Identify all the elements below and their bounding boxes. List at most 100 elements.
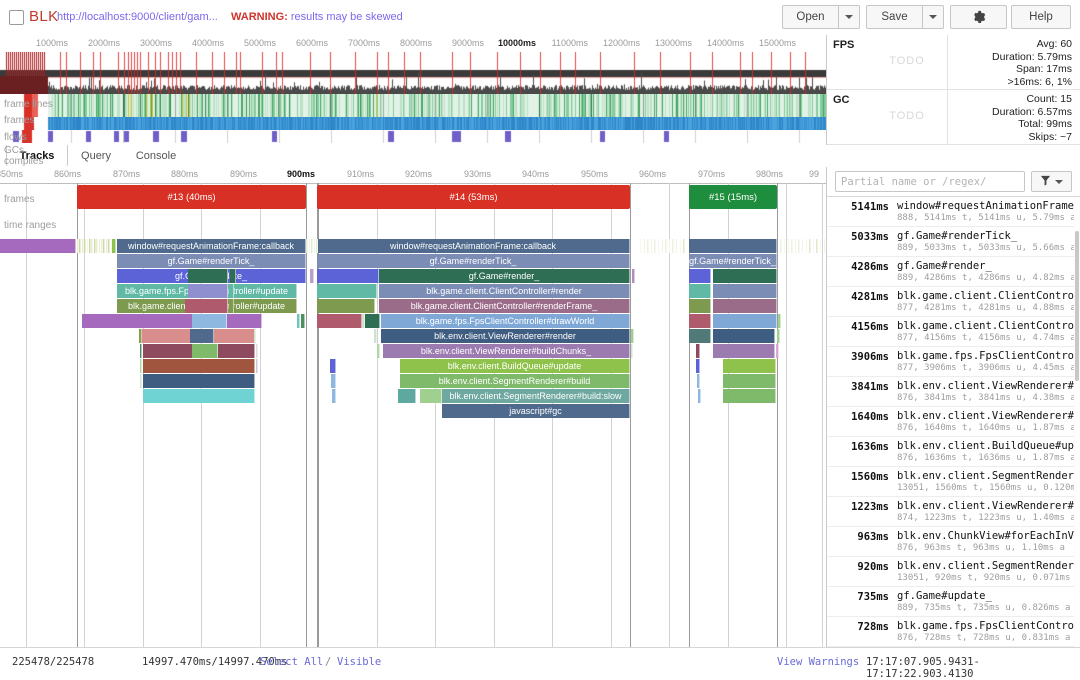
flame-bar-unlabeled[interactable] bbox=[308, 239, 311, 253]
flame-bar-unlabeled[interactable] bbox=[377, 344, 380, 358]
flame-bar[interactable]: blk.game.client.ClientController#renderF… bbox=[379, 299, 630, 313]
flame-bar-unlabeled[interactable] bbox=[306, 239, 308, 253]
flame-bar-unlabeled[interactable] bbox=[647, 239, 649, 253]
flame-bar[interactable]: blk.env.client.SegmentRenderer#build bbox=[400, 374, 630, 388]
help-button[interactable]: Help bbox=[1011, 5, 1071, 29]
event-row[interactable]: 4156ms blk.game.client.ClientControll 877,… bbox=[827, 317, 1080, 347]
flame-bar[interactable]: blk.env.client.BuildQueue#update bbox=[400, 359, 630, 373]
time-range-bar[interactable] bbox=[0, 239, 76, 253]
overview-lanes[interactable]: frame lines frames flows GCs compiles bbox=[0, 52, 826, 167]
flame-bar-unlabeled[interactable] bbox=[776, 344, 779, 358]
flame-bar-unlabeled[interactable] bbox=[654, 239, 656, 253]
flame-bar-unlabeled[interactable] bbox=[317, 299, 375, 313]
flame-bar-unlabeled[interactable] bbox=[696, 359, 700, 373]
flame-bar-unlabeled[interactable] bbox=[683, 239, 685, 253]
flame-bar-unlabeled[interactable] bbox=[330, 344, 336, 358]
flame-bar-unlabeled[interactable] bbox=[313, 239, 316, 253]
flame-bar-unlabeled[interactable] bbox=[713, 269, 777, 283]
select-visible-link[interactable]: Visible bbox=[337, 656, 381, 668]
event-row[interactable]: 5033ms gf.Game#renderTick_ 889, 5033ms t, … bbox=[827, 227, 1080, 257]
flame-bar[interactable]: gf.Game#renderTick_ bbox=[689, 254, 777, 268]
flame-bar-unlabeled[interactable] bbox=[823, 239, 825, 253]
flame-bar-unlabeled[interactable] bbox=[689, 239, 777, 253]
flame-bar[interactable]: blk.game.fps.FpsClientController#drawWor… bbox=[381, 314, 630, 328]
flame-bar-unlabeled[interactable] bbox=[311, 239, 313, 253]
event-row[interactable]: 5141ms window#requestAnimationFrame:c 888,… bbox=[827, 197, 1080, 227]
event-row[interactable]: 3841ms blk.env.client.ViewRenderer#re 876,… bbox=[827, 377, 1080, 407]
flame-bar-unlabeled[interactable] bbox=[794, 239, 797, 253]
flame-bar-unlabeled[interactable] bbox=[713, 314, 777, 328]
flame-bar-unlabeled[interactable] bbox=[82, 314, 262, 328]
flame-bar-unlabeled[interactable] bbox=[188, 269, 228, 283]
flame-bar-unlabeled[interactable] bbox=[820, 239, 822, 253]
flame-bar-unlabeled[interactable] bbox=[331, 374, 336, 388]
flame-bar-unlabeled[interactable] bbox=[374, 329, 377, 343]
overview-lane-frame-lines[interactable] bbox=[0, 52, 826, 94]
flame-bar-unlabeled[interactable] bbox=[713, 299, 777, 313]
flame-bar-unlabeled[interactable] bbox=[185, 299, 228, 313]
enable-checkbox[interactable] bbox=[9, 10, 24, 25]
flame-bar-unlabeled[interactable] bbox=[802, 239, 804, 253]
frame-box[interactable]: #13 (40ms) bbox=[77, 185, 306, 209]
filter-button[interactable] bbox=[1031, 171, 1072, 192]
select-all-link[interactable]: Select All bbox=[260, 656, 323, 668]
flame-bar[interactable]: gf.Game#renderTick_ bbox=[117, 254, 306, 268]
flame-bar-unlabeled[interactable] bbox=[689, 314, 711, 328]
flame-bar-unlabeled[interactable] bbox=[640, 239, 642, 253]
flame-bar-unlabeled[interactable] bbox=[317, 269, 379, 283]
frame-box[interactable]: #14 (53ms) bbox=[317, 185, 630, 209]
event-row[interactable]: 4286ms gf.Game#render_ 889, 4286ms t, 4286… bbox=[827, 257, 1080, 287]
flame-bar-unlabeled[interactable] bbox=[812, 239, 815, 253]
flame-bar-unlabeled[interactable] bbox=[192, 314, 227, 328]
flame-bar-unlabeled[interactable] bbox=[816, 239, 818, 253]
flame-bar-unlabeled[interactable] bbox=[192, 344, 218, 358]
tab-query[interactable]: Query bbox=[70, 145, 122, 167]
flame-bar-unlabeled[interactable] bbox=[723, 389, 776, 403]
event-list-scrollbar[interactable] bbox=[1074, 197, 1080, 647]
trace-url[interactable]: http://localhost:9000/client/gam... bbox=[57, 11, 218, 23]
settings-button[interactable] bbox=[950, 5, 1007, 29]
flame-bar-unlabeled[interactable] bbox=[363, 314, 380, 328]
flame-bar-unlabeled[interactable] bbox=[256, 359, 258, 373]
view-warnings-link[interactable]: View Warnings bbox=[777, 656, 859, 668]
flame-bar-unlabeled[interactable] bbox=[398, 389, 416, 403]
flame-bar-unlabeled[interactable] bbox=[778, 314, 781, 328]
tab-bar[interactable]: Tracks Query Console bbox=[0, 145, 1080, 168]
flame-bar-unlabeled[interactable] bbox=[672, 239, 674, 253]
flame-bar-unlabeled[interactable] bbox=[713, 284, 777, 298]
event-row[interactable]: 4281ms blk.game.client.ClientControll 877,… bbox=[827, 287, 1080, 317]
flame-bar-unlabeled[interactable] bbox=[665, 239, 667, 253]
flame-bar[interactable]: blk.env.client.SegmentRenderer#build:slo… bbox=[442, 389, 630, 403]
flame-bar[interactable]: javascript#gc bbox=[442, 404, 630, 418]
flame-bar-unlabeled[interactable] bbox=[317, 284, 377, 298]
flame-bar-unlabeled[interactable] bbox=[791, 239, 793, 253]
flame-bar[interactable]: window#requestAnimationFrame:callback bbox=[117, 239, 306, 253]
flame-bar-unlabeled[interactable] bbox=[689, 269, 711, 283]
flame-bar-unlabeled[interactable] bbox=[230, 269, 236, 283]
flame-bar-unlabeled[interactable] bbox=[140, 359, 142, 373]
tracks-ruler[interactable]: 850ms 860ms 870ms 880ms 890ms 900ms 910ms 920ms… bbox=[0, 167, 826, 184]
open-button[interactable]: Open bbox=[782, 5, 838, 29]
search-input[interactable] bbox=[835, 171, 1025, 192]
flame-bar-unlabeled[interactable] bbox=[798, 239, 800, 253]
overview-panel[interactable]: 1000ms 2000ms 3000ms 4000ms 5000ms 6000ms 7000… bbox=[0, 35, 826, 167]
flame-bar-unlabeled[interactable] bbox=[631, 329, 634, 343]
flame-bar-unlabeled[interactable] bbox=[112, 239, 116, 253]
tracks-panel[interactable]: 850ms 860ms 870ms 880ms 890ms 900ms 910ms 920ms… bbox=[0, 167, 826, 647]
flame-bar-unlabeled[interactable] bbox=[143, 374, 255, 388]
flame-bar-unlabeled[interactable] bbox=[777, 329, 780, 343]
event-row[interactable]: 735ms gf.Game#update_ 889, 735ms t, 735ms … bbox=[827, 587, 1080, 617]
flame-bar-unlabeled[interactable] bbox=[143, 389, 255, 403]
flame-bar-unlabeled[interactable] bbox=[784, 239, 786, 253]
flame-bar-unlabeled[interactable] bbox=[190, 329, 214, 343]
open-dropdown-button[interactable] bbox=[838, 5, 860, 29]
flame-bar-unlabeled[interactable] bbox=[140, 344, 142, 358]
flame-bar[interactable]: gf.Game#render_ bbox=[379, 269, 630, 283]
flame-bar-unlabeled[interactable] bbox=[689, 329, 711, 343]
flame-bar[interactable]: window#requestAnimationFrame:callback bbox=[317, 239, 630, 253]
flame-bar-unlabeled[interactable] bbox=[420, 389, 442, 403]
flame-bar-unlabeled[interactable] bbox=[805, 239, 807, 253]
flame-bar-unlabeled[interactable] bbox=[229, 299, 234, 313]
flame-bar-unlabeled[interactable] bbox=[713, 329, 775, 343]
flame-bar-unlabeled[interactable] bbox=[254, 329, 256, 343]
